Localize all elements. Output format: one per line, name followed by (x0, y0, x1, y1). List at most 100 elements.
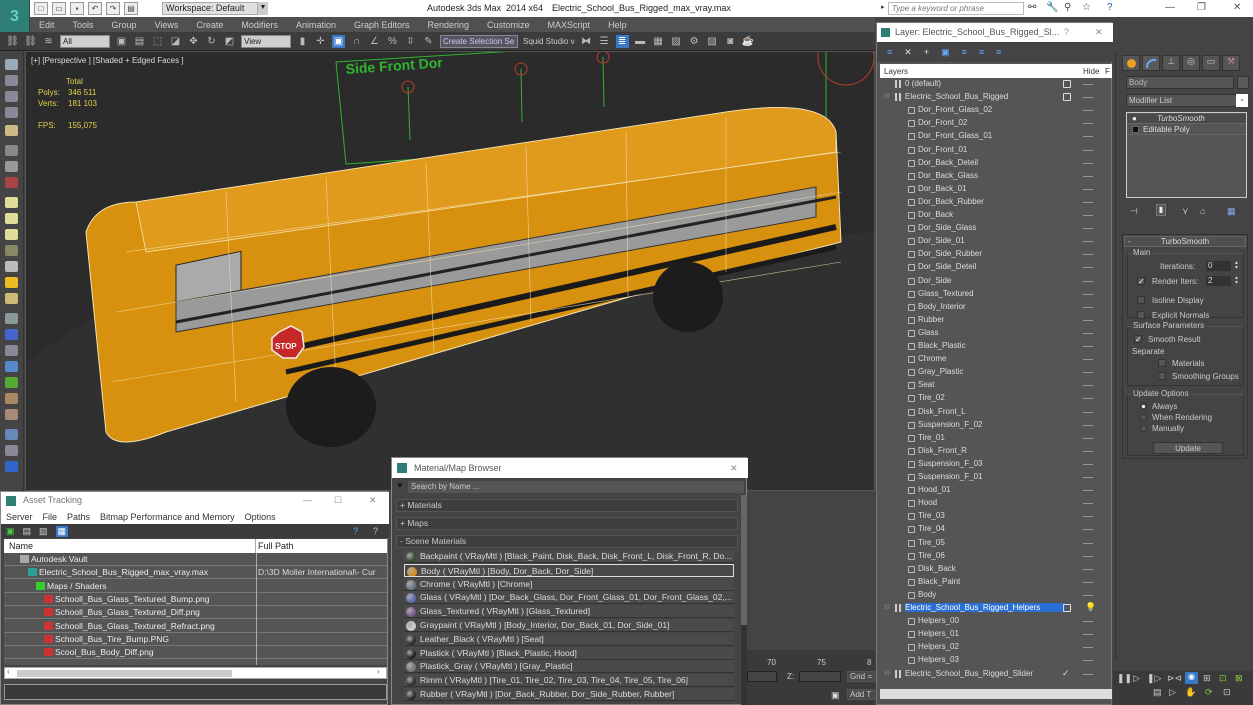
object-row[interactable]: Tire_01 (880, 432, 1112, 445)
close-button[interactable]: ✕ (1233, 2, 1241, 13)
viewport-label[interactable]: [+] [Perspective ] [Shaded + Edged Faces… (31, 56, 184, 65)
section-scene-materials[interactable]: - Scene Materials (396, 535, 738, 548)
material-row[interactable]: Glass_Textured ( VRayMtl ) [Glass_Textur… (404, 605, 734, 619)
hide-toggle[interactable] (1083, 267, 1093, 269)
selection-filter-dropdown[interactable]: All (60, 34, 110, 48)
hide-toggle[interactable] (1083, 84, 1093, 85)
expand-toggle-icon[interactable]: ⊟ (884, 669, 890, 677)
col-layers[interactable]: Layers (884, 67, 908, 76)
prev-frame-icon[interactable]: ❚❚ (1117, 673, 1132, 684)
object-row[interactable]: Tire_06 (880, 550, 1112, 563)
utilities-tab-icon[interactable]: ⚒ (1222, 55, 1240, 71)
scrollbar-thumb[interactable] (741, 495, 747, 625)
expand-icon[interactable] (1132, 126, 1139, 133)
layout-icon-2[interactable] (5, 75, 18, 86)
menu-customize[interactable]: Customize (478, 20, 539, 30)
workspace-dropdown[interactable]: Workspace: Default (162, 2, 258, 15)
object-row[interactable]: Helpers_01 (880, 628, 1112, 641)
sphere-icon[interactable] (5, 161, 18, 172)
close-button[interactable]: ✕ (1095, 23, 1103, 42)
object-row[interactable]: Gray_Plastic (880, 366, 1112, 379)
light-icon[interactable] (5, 125, 18, 136)
object-row[interactable]: Dor_Back (880, 209, 1112, 222)
list-view-icon[interactable]: ▤ (23, 526, 32, 537)
disc-icon[interactable] (5, 229, 18, 240)
create-layer-icon[interactable]: ≡ (887, 47, 892, 57)
hide-toggle[interactable] (1083, 293, 1093, 295)
object-row[interactable]: Helpers_00 (880, 615, 1112, 628)
asset-tracking-title-bar[interactable]: Asset Tracking — ☐ ✕ (1, 492, 389, 509)
asset-row[interactable]: Maps / Shaders (4, 580, 387, 593)
wrench-icon[interactable]: 🔧 (1046, 2, 1058, 13)
hide-toggle[interactable] (1083, 463, 1093, 465)
hide-toggle[interactable] (1083, 621, 1093, 623)
hide-toggle[interactable] (1083, 568, 1093, 570)
close-button[interactable]: ✕ (369, 492, 377, 509)
object-row[interactable]: Dor_Front_Glass_02 (880, 104, 1112, 117)
chevron-down-icon[interactable]: ⌄ (1236, 94, 1248, 107)
hide-toggle[interactable] (1083, 542, 1093, 544)
asset-row[interactable]: Schooll_Bus_Tire_Bump.PNG (4, 633, 387, 646)
object-row[interactable]: Tire_04 (880, 523, 1112, 536)
link-icon[interactable]: ⛓ (6, 35, 19, 48)
hide-toggle[interactable] (1083, 215, 1093, 216)
window-crossing-icon[interactable]: ◪ (169, 35, 182, 48)
manipulate-icon[interactable]: ✛ (314, 35, 327, 48)
hide-toggle[interactable] (1083, 516, 1093, 518)
object-row[interactable]: Body_Interior (880, 301, 1112, 314)
rotate-icon[interactable]: ↻ (205, 35, 218, 48)
menu-rendering[interactable]: Rendering (419, 20, 479, 30)
zoom-extents-all-icon[interactable]: ⊡ (1219, 673, 1227, 684)
layer-row[interactable]: ⊟ Electric_School_Bus_Rigged_Slider ✓ (880, 668, 1112, 679)
hide-toggle[interactable] (1083, 385, 1093, 387)
hide-toggle[interactable] (1083, 228, 1093, 230)
material-row[interactable]: Chrome ( VRayMtl ) [Chrome] (404, 577, 734, 591)
menu-group[interactable]: Group (103, 20, 146, 30)
hide-toggle[interactable] (1083, 162, 1093, 164)
robot-icon[interactable] (5, 345, 18, 356)
project-folder-icon[interactable]: ▤ (124, 2, 138, 15)
iterations-spinner[interactable]: ▴ ▾ (1233, 260, 1240, 271)
satellite-icon[interactable]: ⚲ (1064, 2, 1071, 13)
maximize-button[interactable]: ☐ (334, 492, 342, 509)
hide-toggle[interactable] (1083, 149, 1093, 151)
hide-toggle[interactable] (1083, 555, 1093, 557)
redo-icon[interactable]: ↷ (106, 2, 120, 15)
scrollbar-thumb[interactable] (17, 670, 232, 677)
material-browser-title-bar[interactable]: Material/Map Browser ✕ (392, 458, 748, 478)
layout-icon-4[interactable] (5, 107, 18, 118)
help-settings-icon[interactable]: ? (373, 526, 378, 536)
object-row[interactable]: Tire_05 (880, 537, 1112, 550)
menu-modifiers[interactable]: Modifiers (232, 20, 287, 30)
object-row[interactable]: Dor_Front_Glass_01 (880, 130, 1112, 143)
object-row[interactable]: Chrome (880, 353, 1112, 366)
hide-toggle[interactable] (1083, 175, 1093, 177)
zoom-region-icon[interactable]: ⊠ (1235, 673, 1243, 684)
menu-create[interactable]: Create (187, 20, 232, 30)
hide-toggle[interactable] (1083, 97, 1093, 99)
hide-toggle[interactable] (1083, 372, 1093, 374)
object-row[interactable]: Disk_Front_L (880, 406, 1112, 419)
open-file-icon[interactable]: ▭ (52, 2, 66, 15)
material-row[interactable]: Plastick_Gray ( VRayMtl ) [Gray_Plastic] (404, 660, 734, 674)
undo-icon[interactable]: ↶ (88, 2, 102, 15)
close-button[interactable]: ✕ (730, 458, 738, 478)
camera-icon[interactable] (5, 145, 18, 156)
hide-toggle[interactable] (1083, 424, 1093, 426)
zoom-all-icon[interactable]: ⊞ (1203, 673, 1211, 684)
asset-row[interactable]: Autodesk Vault (4, 553, 387, 566)
graphite-toolbar-icon[interactable]: ▬ (634, 35, 647, 48)
make-unique-icon[interactable]: ⋎ (1182, 206, 1189, 217)
object-row[interactable]: Rubber (880, 314, 1112, 327)
zoom-extents-icon[interactable]: ◉ (1185, 672, 1198, 684)
object-row[interactable]: Helpers_02 (880, 641, 1112, 654)
layer-row[interactable]: 0 (default) (880, 78, 1112, 91)
restore-button[interactable]: ❐ (1197, 2, 1206, 13)
material-row[interactable]: Glass ( VRayMtl ) [Dor_Back_Glass, Dor_F… (404, 591, 734, 605)
object-row[interactable]: Black_Plastic (880, 340, 1112, 353)
hide-toggle[interactable] (1083, 411, 1093, 413)
object-row[interactable]: Dor_Back_Glass (880, 170, 1112, 183)
hide-toggle[interactable] (1083, 647, 1093, 649)
hide-toggle[interactable] (1083, 188, 1093, 190)
modify-tab-icon[interactable] (1142, 55, 1160, 71)
